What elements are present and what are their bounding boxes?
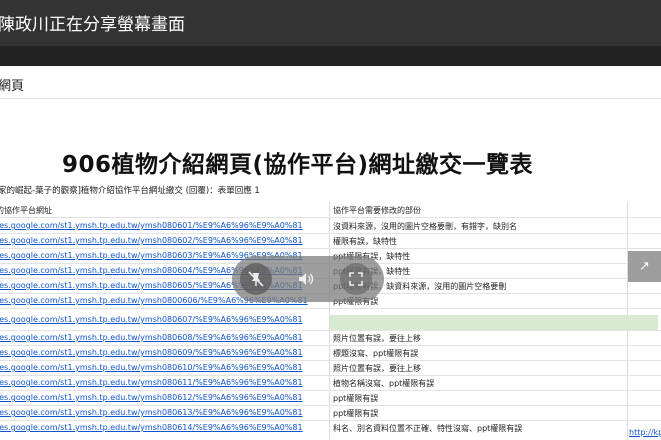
site-url-link[interactable]: tes.google.com/st1.ymsh.tp.edu.tw/ymsh08… xyxy=(0,315,303,324)
share-banner: 陳政川正在分享螢幕畫面 xyxy=(0,0,661,46)
column-header-notes: 協作平台需要修改的部份 xyxy=(333,206,421,215)
revision-note: 照片位置有誤，要往上移 xyxy=(333,364,421,373)
revision-note: 沒資料來源，沒用的圖片空格要刪，有錯字，缺別名 xyxy=(333,222,517,231)
open-in-new-icon[interactable]: ↗ xyxy=(628,251,661,282)
site-url-link[interactable]: tes.google.com/st1.ymsh.tp.edu.tw/ymsh08… xyxy=(0,423,303,432)
site-url-link[interactable]: tes.google.com/st1.ymsh.tp.edu.tw/ymsh08… xyxy=(0,378,303,387)
fullscreen-icon[interactable] xyxy=(340,263,372,295)
pin-off-icon[interactable] xyxy=(240,263,272,295)
site-url-link[interactable]: tes.google.com/st1.ymsh.tp.edu.tw/ymsh08… xyxy=(0,348,303,357)
revision-note: ppt權限有誤 xyxy=(333,394,379,403)
site-url-link[interactable]: tes.google.com/st1.ymsh.tp.edu.tw/ymsh08… xyxy=(0,333,303,342)
truncated-link[interactable]: http://kp xyxy=(629,428,661,437)
sheet-caption: 家的崛起-葉子的觀察]植物介紹協作平台網址繳交 (回覆)：表單回應 1 xyxy=(0,186,260,196)
revision-note: 照片位置有誤，要往上移 xyxy=(333,334,421,343)
table-row: tes.google.com/st1.ymsh.tp.edu.tw/ymsh08… xyxy=(0,330,661,345)
revision-note: ppt權限有誤 xyxy=(333,409,379,418)
site-url-link[interactable]: tes.google.com/st1.ymsh.tp.edu.tw/ymsh08… xyxy=(0,393,303,402)
site-url-link[interactable]: tes.google.com/st1.ymsh.tp.edu.tw/ymsh08… xyxy=(0,221,303,230)
table-row: tes.google.com/st1.ymsh.tp.edu.tw/ymsh08… xyxy=(0,420,661,435)
revision-note: 植物名稱沒寫、ppt權限有誤 xyxy=(333,379,435,388)
site-url-link[interactable]: tes.google.com/st1.ymsh.tp.edu.tw/ymsh08… xyxy=(0,236,303,245)
share-toolbar-strip xyxy=(0,46,661,66)
table-row: tes.google.com/st1.ymsh.tp.edu.tw/ymsh08… xyxy=(0,390,661,405)
table-row: tes.google.com/st1.ymsh.tp.edu.tw/ymsh08… xyxy=(0,360,661,375)
page-title: 906植物介紹網頁(協作平台)網址繳交一覽表 xyxy=(62,152,534,178)
floating-control-bar xyxy=(232,256,384,302)
share-banner-title: 陳政川正在分享螢幕畫面 xyxy=(0,15,185,35)
table-row: tes.google.com/st1.ymsh.tp.edu.tw/ymsh08… xyxy=(0,233,661,248)
column-header-url: 的協作平台網址 xyxy=(0,206,52,215)
row-divider xyxy=(0,308,661,309)
page-divider xyxy=(0,98,661,99)
revision-note: 權限有誤，缺特性 xyxy=(333,237,397,246)
table-row: tes.google.com/st1.ymsh.tp.edu.tw/ymsh08… xyxy=(0,405,661,420)
page-label: 網頁 xyxy=(0,79,25,94)
table-row: tes.google.com/st1.ymsh.tp.edu.tw/ymsh08… xyxy=(0,345,661,360)
volume-icon[interactable] xyxy=(290,263,322,295)
table-header-row: 的協作平台網址 協作平台需要修改的部份 xyxy=(0,202,661,217)
revision-note: 標題沒寫、ppt權限有誤 xyxy=(333,349,419,358)
revision-note: 科名、別名資料位置不正確、特性沒寫、ppt權限有誤 xyxy=(333,424,523,433)
site-url-link[interactable]: tes.google.com/st1.ymsh.tp.edu.tw/ymsh08… xyxy=(0,363,303,372)
site-url-link[interactable]: tes.google.com/st1.ymsh.tp.edu.tw/ymsh08… xyxy=(0,408,303,417)
table-row: tes.google.com/st1.ymsh.tp.edu.tw/ymsh08… xyxy=(0,375,661,390)
shared-webpage: 網頁 906植物介紹網頁(協作平台)網址繳交一覽表 家的崛起-葉子的觀察]植物介… xyxy=(0,66,661,440)
table-row: tes.google.com/st1.ymsh.tp.edu.tw/ymsh08… xyxy=(0,218,661,233)
table-row: tes.google.com/st1.ymsh.tp.edu.tw/ymsh08… xyxy=(0,312,661,327)
